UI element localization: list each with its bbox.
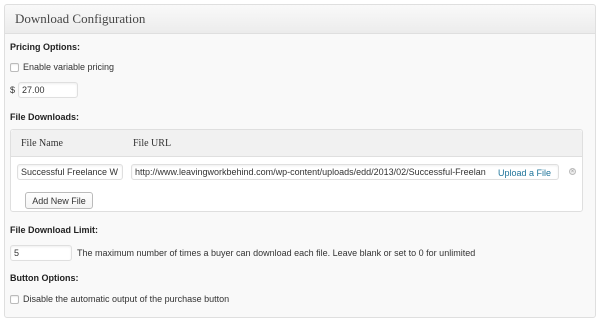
price-row: $ 27.00 bbox=[10, 82, 79, 98]
files-table-header: File Name File URL bbox=[11, 130, 582, 157]
download-limit-input[interactable]: 5 bbox=[10, 245, 72, 261]
file-url-input[interactable]: http://www.leavingworkbehind.com/wp-cont… bbox=[131, 164, 559, 180]
upload-file-link[interactable]: Upload a File bbox=[496, 168, 554, 178]
price-input[interactable]: 27.00 bbox=[18, 82, 79, 98]
download-limit-help-text: The maximum number of times a buyer can … bbox=[77, 248, 476, 258]
disable-purchase-button-checkbox[interactable] bbox=[10, 294, 19, 304]
variable-pricing-checkbox[interactable] bbox=[10, 62, 19, 72]
column-file-name: File Name bbox=[21, 138, 63, 149]
disable-purchase-button-label[interactable]: Disable the automatic output of the purc… bbox=[23, 294, 229, 304]
download-limit-row: 5 The maximum number of times a buyer ca… bbox=[10, 245, 475, 261]
variable-pricing-label[interactable]: Enable variable pricing bbox=[23, 62, 114, 72]
pricing-options-label: Pricing Options: bbox=[10, 42, 81, 52]
variable-pricing-row: Enable variable pricing bbox=[10, 62, 114, 72]
column-file-url: File URL bbox=[133, 138, 172, 149]
remove-circle-icon[interactable]: × bbox=[569, 168, 576, 175]
file-name-input[interactable]: Successful Freelance W bbox=[17, 164, 123, 180]
metabox-title: Download Configuration bbox=[15, 11, 146, 26]
files-table: File Name File URL Successful Freelance … bbox=[10, 129, 583, 212]
file-downloads-label: File Downloads: bbox=[10, 112, 80, 122]
file-download-limit-label: File Download Limit: bbox=[10, 225, 98, 235]
disable-purchase-button-row: Disable the automatic output of the purc… bbox=[10, 294, 229, 304]
file-url-value: http://www.leavingworkbehind.com/wp-cont… bbox=[135, 167, 486, 177]
table-row: Successful Freelance W http://www.leavin… bbox=[11, 156, 582, 186]
currency-symbol: $ bbox=[10, 85, 16, 95]
button-options-label: Button Options: bbox=[10, 273, 79, 283]
add-new-file-button[interactable]: Add New File bbox=[25, 192, 93, 209]
metabox-header[interactable]: Download Configuration bbox=[5, 5, 595, 34]
